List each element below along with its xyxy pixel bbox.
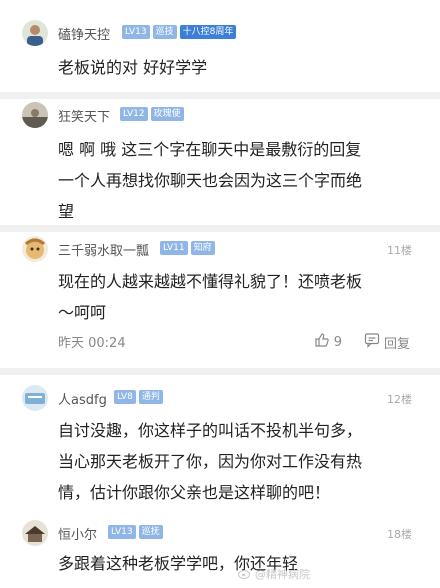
comment-line: 当心那天老板开了你，因为你对工作没有热 [58, 452, 363, 471]
avatar[interactable] [22, 102, 48, 128]
avatar[interactable] [22, 385, 48, 411]
username[interactable]: 磕铮天控 [58, 24, 110, 43]
username[interactable]: 恒小尔 [58, 524, 97, 543]
rank-badge: 通判 [138, 390, 163, 404]
comment-line: ～呵呵 [58, 303, 107, 322]
comment-line: 老板说的对 好好学学 [58, 58, 208, 77]
level-badge: LV13 [108, 525, 136, 539]
badge-group: LV8 通判 [114, 390, 163, 406]
level-badge: LV8 [114, 390, 136, 404]
comment-icon [364, 332, 380, 352]
watermark: @精神病院 [238, 566, 310, 582]
watermark-text: @精神病院 [255, 568, 310, 581]
floor-number: 18楼 [387, 528, 412, 541]
comment-item: 恒小尔 LV13 巡抚 18楼 多跟着这种老板学学吧，你还年轻 [0, 520, 440, 588]
reply-label: 回复 [383, 336, 410, 352]
username[interactable]: 三千弱水取一瓢 [58, 240, 149, 259]
comment-line: 现在的人越来越越不懂得礼貌了！还喷老板 [58, 272, 363, 291]
level-badge: LV13 [122, 25, 150, 39]
floor-number: 11楼 [387, 244, 412, 257]
username[interactable]: 人asdfg [58, 389, 107, 408]
comment-item: 三千弱水取一瓢 LV11 知府 11楼 现在的人越来越越不懂得礼貌了！还喷老板 … [0, 236, 440, 360]
rank-badge: 巡抚 [138, 525, 163, 539]
comment-text: 现在的人越来越越不懂得礼貌了！还喷老板 ～呵呵 [58, 266, 418, 328]
badge-group: LV13 巡技 十八控8周年 [122, 25, 237, 41]
weibo-icon [238, 567, 252, 582]
reply-button[interactable]: 回复 [364, 332, 410, 352]
level-badge: LV12 [120, 107, 148, 121]
avatar[interactable] [22, 520, 48, 546]
comment-header: 人asdfg LV8 通判 12楼 [0, 385, 440, 413]
divider [0, 92, 440, 99]
like-button[interactable]: 9 [314, 332, 342, 352]
divider [0, 368, 440, 375]
comment-line: 望 [58, 202, 75, 221]
divider [0, 225, 440, 232]
like-count: 9 [333, 334, 342, 350]
comment-item: 人asdfg LV8 通判 12楼 自讨没趣，你这样子的叫话不投机半句多， 当心… [0, 385, 440, 505]
comment-header: 三千弱水取一瓢 LV11 知府 11楼 [0, 236, 440, 264]
avatar[interactable] [22, 236, 48, 262]
comment-item: 狂笑天下 LV12 玫瑰使 嗯 啊 哦 这三个字在聊天中是最敷衍的回复 一个人再… [0, 102, 440, 222]
comment-text: 自讨没趣，你这样子的叫话不投机半句多， 当心那天老板开了你，因为你对工作没有热 … [58, 415, 418, 508]
comment-text: 嗯 啊 哦 这三个字在聊天中是最敷衍的回复 一个人再想找你聊天也会因为这三个字而… [58, 134, 418, 227]
avatar[interactable] [22, 20, 48, 46]
comment-header: 狂笑天下 LV12 玫瑰使 [0, 102, 440, 130]
timestamp: 昨天 00:24 [58, 336, 126, 351]
anniversary-badge: 十八控8周年 [179, 25, 237, 39]
comment-header: 恒小尔 LV13 巡抚 18楼 [0, 520, 440, 548]
comment-line: 情，估计你跟你父亲也是这样聊的吧！ [58, 483, 331, 502]
thumbs-up-icon [314, 332, 330, 352]
badge-group: LV11 知府 [160, 241, 215, 257]
floor-number: 12楼 [387, 393, 412, 406]
rank-badge: 玫瑰使 [150, 107, 184, 121]
comment-text: 老板说的对 好好学学 [58, 52, 418, 83]
comment-line: 一个人再想找你聊天也会因为这三个字而绝 [58, 171, 363, 190]
rank-badge: 巡技 [152, 25, 177, 39]
comment-footer: 昨天 00:24 9 回复 [58, 332, 418, 352]
comment-thread: 磕铮天控 LV13 巡技 十八控8周年 老板说的对 好好学学 狂笑天下 LV12… [0, 0, 440, 588]
comment-line: 嗯 啊 哦 这三个字在聊天中是最敷衍的回复 [58, 140, 362, 159]
comment-line: 自讨没趣，你这样子的叫话不投机半句多， [58, 421, 363, 440]
comment-item: 磕铮天控 LV13 巡技 十八控8周年 老板说的对 好好学学 [0, 20, 440, 90]
level-badge: LV11 [160, 241, 188, 255]
badge-group: LV13 巡抚 [108, 525, 163, 541]
comment-header: 磕铮天控 LV13 巡技 十八控8周年 [0, 20, 440, 48]
badge-group: LV12 玫瑰使 [120, 107, 184, 123]
username[interactable]: 狂笑天下 [58, 106, 110, 125]
rank-badge: 知府 [190, 241, 215, 255]
